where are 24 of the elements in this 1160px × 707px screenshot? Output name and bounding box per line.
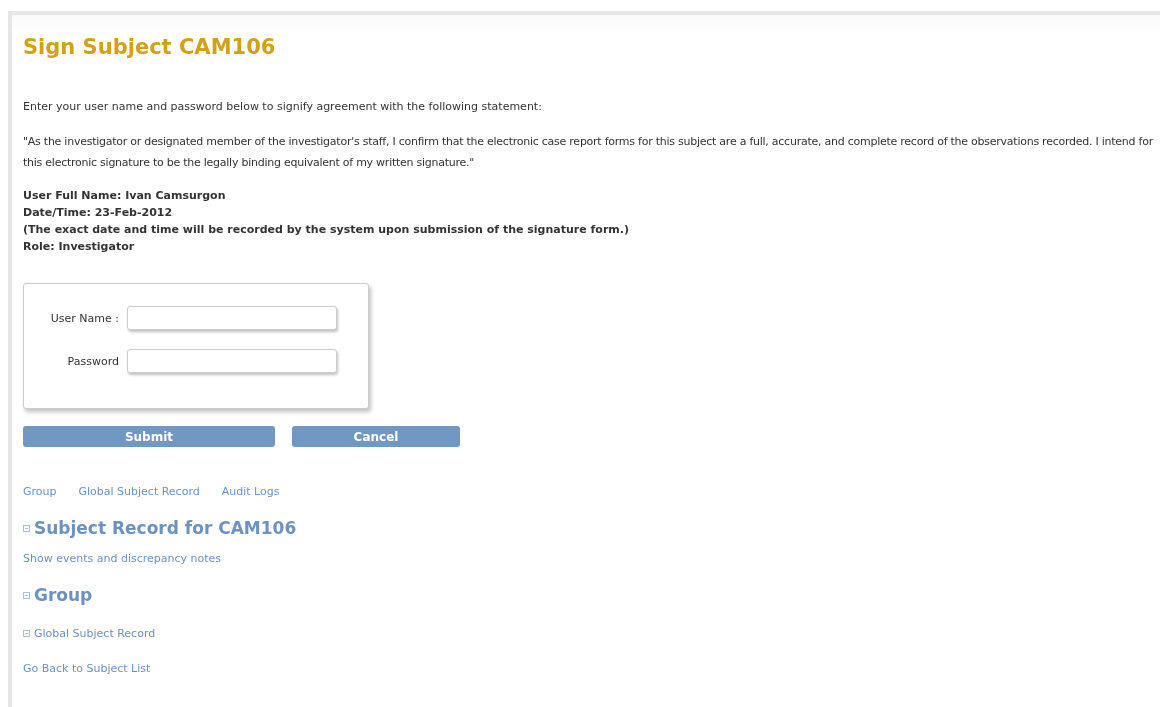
instruction-text: Enter your user name and password below to signify agreement with the following statement: [23, 100, 543, 114]
statement-text: "As the investigator or designated member of the investigator's staff, I confirm that the electronic case report forms for this subject are a full, accurate, and complete record of the observations recorded. I intend for this electronic signature to be the legally binding equivalent of my written signature." [23, 134, 1153, 171]
link[interactable]: Show events and discrepancy notes [23, 552, 222, 565]
info-text: (The exact date and time will be recorded by the system upon submission of the signature form.) [23, 222, 630, 238]
nav-link[interactable]: Global Subject Record [78, 485, 200, 498]
cancel-button[interactable]: Cancel [292, 426, 460, 447]
field-label: User Name : [49, 311, 120, 325]
toggle-icon[interactable] [23, 524, 30, 532]
toggle-icon[interactable] [23, 630, 30, 637]
username-field[interactable] [127, 306, 337, 330]
page-title: Sign Subject CAM106 [23, 34, 277, 61]
password-field[interactable] [127, 349, 337, 373]
section-heading[interactable]: Group [34, 585, 93, 605]
nav-link[interactable]: Audit Logs [221, 485, 280, 498]
info-text: Role: Investigator [23, 239, 136, 255]
submit-button[interactable]: Submit [23, 426, 275, 447]
nav-link[interactable]: Group [23, 485, 57, 498]
toggle-icon[interactable] [23, 591, 30, 599]
section-link[interactable]: Global Subject Record [34, 627, 156, 640]
info-text: Date/Time: 23-Feb-2012 [23, 205, 174, 221]
section-heading[interactable]: Subject Record for CAM106 [34, 518, 297, 538]
info-text: User Full Name: Ivan Camsurgon [23, 188, 227, 204]
field-label: Password [66, 354, 120, 368]
link[interactable]: Go Back to Subject List [23, 662, 151, 675]
